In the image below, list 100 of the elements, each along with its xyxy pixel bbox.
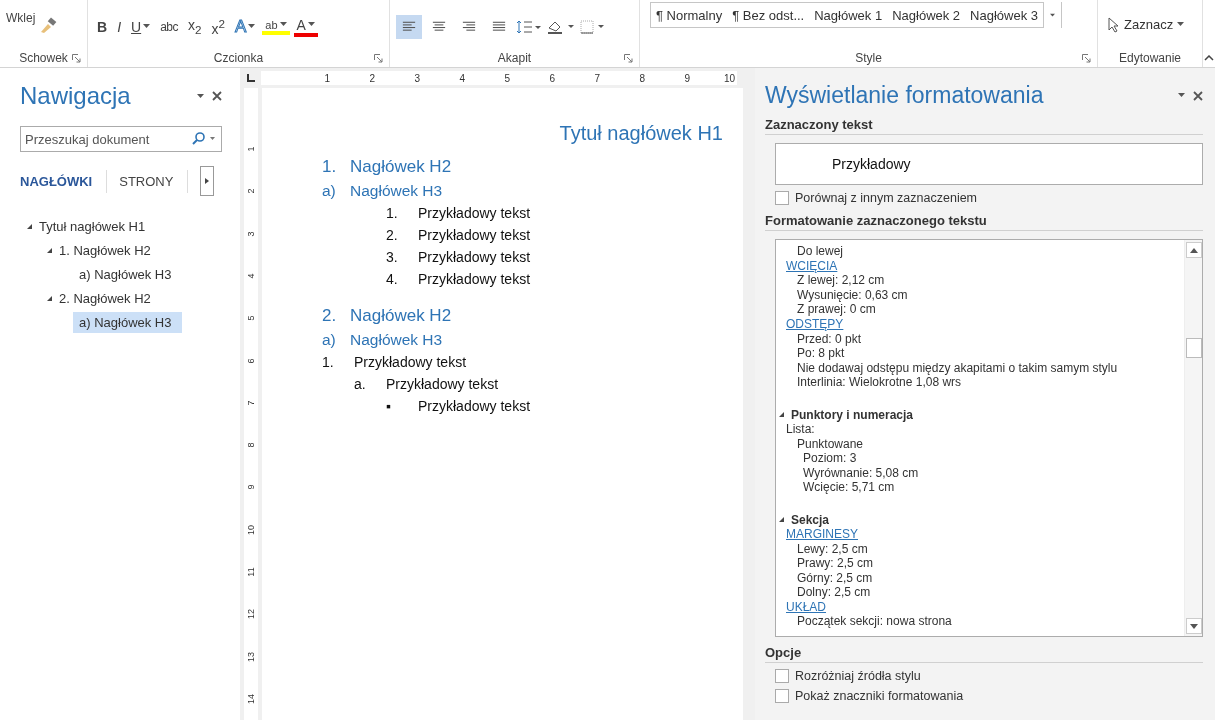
select-button[interactable]: Zaznacz [1104,14,1189,35]
ruler-number: 1 [246,146,256,152]
section-link[interactable]: MARGINESY [786,526,858,542]
style-gallery-item[interactable]: Nagłówek 1 [809,7,888,23]
paste-button[interactable]: Wklej [6,10,36,25]
align-icon [492,20,506,33]
format-detail: Punktowane [796,436,865,452]
heading-tree-item[interactable]: a) Nagłówek H3 [73,311,182,333]
caret-icon [307,22,315,27]
scroll-tabs-button[interactable] [200,166,215,196]
style-gallery-item[interactable]: Nagłówek 2 [887,7,966,23]
format-detail: Górny: 2,5 cm [796,570,874,586]
group-label: Edytowanie [1118,51,1181,65]
expanded-triangle-icon[interactable] [46,294,53,302]
collapse-ribbon-icon[interactable] [1204,55,1214,61]
list-item-text: Przykładowy tekst [418,271,531,287]
ruler-number: 7 [594,72,600,84]
checkbox[interactable] [775,191,789,205]
dialog-launcher-icon[interactable] [72,54,81,63]
line-spacing-icon[interactable] [516,19,542,34]
style-gallery-item[interactable]: Nagłówek 3 [965,7,1044,23]
scroll-down-button[interactable] [1186,618,1202,634]
pane-tab[interactable]: NAGŁÓWKI [20,169,108,193]
pane-options-icon[interactable] [197,93,204,99]
heading-text: Nagłówek H3 [350,331,443,349]
selected-text-preview: Przykładowy [775,143,1203,185]
font-format-button[interactable]: U [128,16,154,37]
close-icon[interactable] [1193,90,1203,101]
ruler-number: 2 [246,188,256,194]
right-arrow-icon [205,178,210,184]
heading-tree-item[interactable]: 2. Nagłówek H2 [53,287,161,309]
format-detail: Lista: [786,421,815,437]
style-gallery-item[interactable]: ¶ Normalny [651,7,728,23]
group-label: Style [855,51,882,65]
close-icon[interactable] [212,91,222,101]
align-icon [432,20,446,33]
dialog-launcher-icon[interactable] [374,54,383,63]
search-icon[interactable] [192,132,216,145]
font-format-button[interactable]: abc [157,17,181,36]
style-gallery-item[interactable]: ¶ Bez odst... [727,7,810,23]
list-item-text: Przykładowy tekst [354,354,467,370]
section-link[interactable]: WCIĘCIA [786,258,838,274]
up-arrow-icon [1190,247,1198,253]
format-detail: Początek sekcji: nowa strona [796,614,953,630]
borders-icon[interactable] [580,18,606,35]
font-format-button[interactable]: B [94,16,111,37]
scroll-up-button[interactable] [1186,242,1202,258]
format-detail: Do lewej [796,244,845,259]
pane-title: Wyświetlanie formatowania [765,82,1044,109]
checkbox-label: Porównaj z innym zaznaczeniem [795,191,978,205]
list-marker: ▪ [386,398,391,414]
list-item-text: Przykładowy tekst [418,227,531,243]
ruler-number: 8 [246,442,256,448]
heading-text: Nagłówek H2 [350,306,452,326]
ruler-number: 4 [246,273,256,279]
align-button[interactable] [396,14,422,39]
pane-tab[interactable]: STRONY [119,169,189,193]
dialog-launcher-icon[interactable] [1082,54,1091,63]
list-item-text: Przykładowy tekst [418,249,531,265]
scroll-thumb[interactable] [1186,338,1202,358]
heading-tree-item[interactable]: a) Nagłówek H3 [73,263,182,285]
format-detail: Wcięcie: 5,71 cm [802,480,896,495]
section-link[interactable]: ODSTĘPY [786,316,844,332]
expanded-triangle-icon[interactable] [778,516,785,524]
format-detail: Lewy: 2,5 cm [796,541,869,557]
ruler-number: 2 [369,72,375,84]
heading-number: a) [322,331,336,348]
tab-stop-icon[interactable] [245,73,256,83]
dialog-launcher-icon[interactable] [624,54,633,63]
heading-tree-item[interactable]: 1. Nagłówek H2 [53,239,161,261]
caret-icon [279,22,287,27]
search-field[interactable]: Przeszukaj dokument [20,126,222,152]
align-icon [462,20,476,33]
list-item-text: Przykładowy tekst [418,398,531,414]
section-heading: Formatowanie zaznaczonego tekstu [765,213,1203,231]
section-link[interactable]: UKŁAD [786,599,826,615]
pane-options-icon[interactable] [1178,93,1185,98]
font-format-button[interactable]: ab [262,18,290,35]
font-format-button[interactable]: A [293,16,318,37]
ruler-number: 1 [324,72,330,84]
expanded-triangle-icon[interactable] [46,246,53,254]
caret-icon [1050,12,1056,18]
group-label: Czcionka [213,51,264,65]
list-marker: 2. [386,227,398,243]
font-format-button[interactable]: x$^{2}$ [208,14,228,39]
pointer-icon [1108,16,1120,33]
group-label: Akapit [497,51,532,65]
font-format-button[interactable]: x$_{2}$ [185,15,205,38]
heading-text: Nagłówek H2 [350,157,452,177]
expanded-triangle-icon[interactable] [778,411,785,419]
ruler-number: 12 [246,609,256,620]
expanded-triangle-icon[interactable] [26,222,33,230]
align-icon [402,20,416,33]
heading-tree-item[interactable]: Tytuł nagłówek H1 [33,215,156,237]
checkbox[interactable] [775,689,789,703]
font-format-button[interactable]: I [114,16,124,37]
ruler-number: 14 [246,693,256,704]
checkbox[interactable] [775,669,789,683]
heading-number: a) [322,182,336,199]
ruler-number: 5 [504,72,510,84]
